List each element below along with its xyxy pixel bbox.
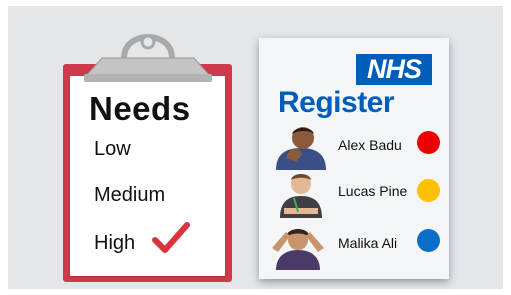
status-dot-blue — [417, 229, 440, 252]
status-dot-red — [417, 131, 440, 154]
person-name-lucas-pine: Lucas Pine — [338, 183, 408, 199]
person-name-malika-ali: Malika Ali — [338, 235, 398, 251]
checkmark-icon — [152, 222, 190, 253]
person-name-alex-badu: Alex Badu — [338, 137, 402, 153]
register-title: Register — [278, 86, 395, 119]
status-dot-amber — [417, 179, 440, 202]
need-level-high: High — [94, 232, 136, 254]
person-avatar-malika-ali — [272, 229, 324, 270]
person-avatar-lucas-pine — [280, 174, 322, 218]
nhs-logo: NHS — [356, 54, 432, 85]
clipboard-clip-icon — [84, 34, 212, 82]
person-avatar-alex-badu — [276, 127, 326, 170]
needs-title: Needs — [89, 90, 191, 127]
need-level-medium: Medium — [94, 184, 166, 206]
need-level-low: Low — [94, 138, 131, 160]
